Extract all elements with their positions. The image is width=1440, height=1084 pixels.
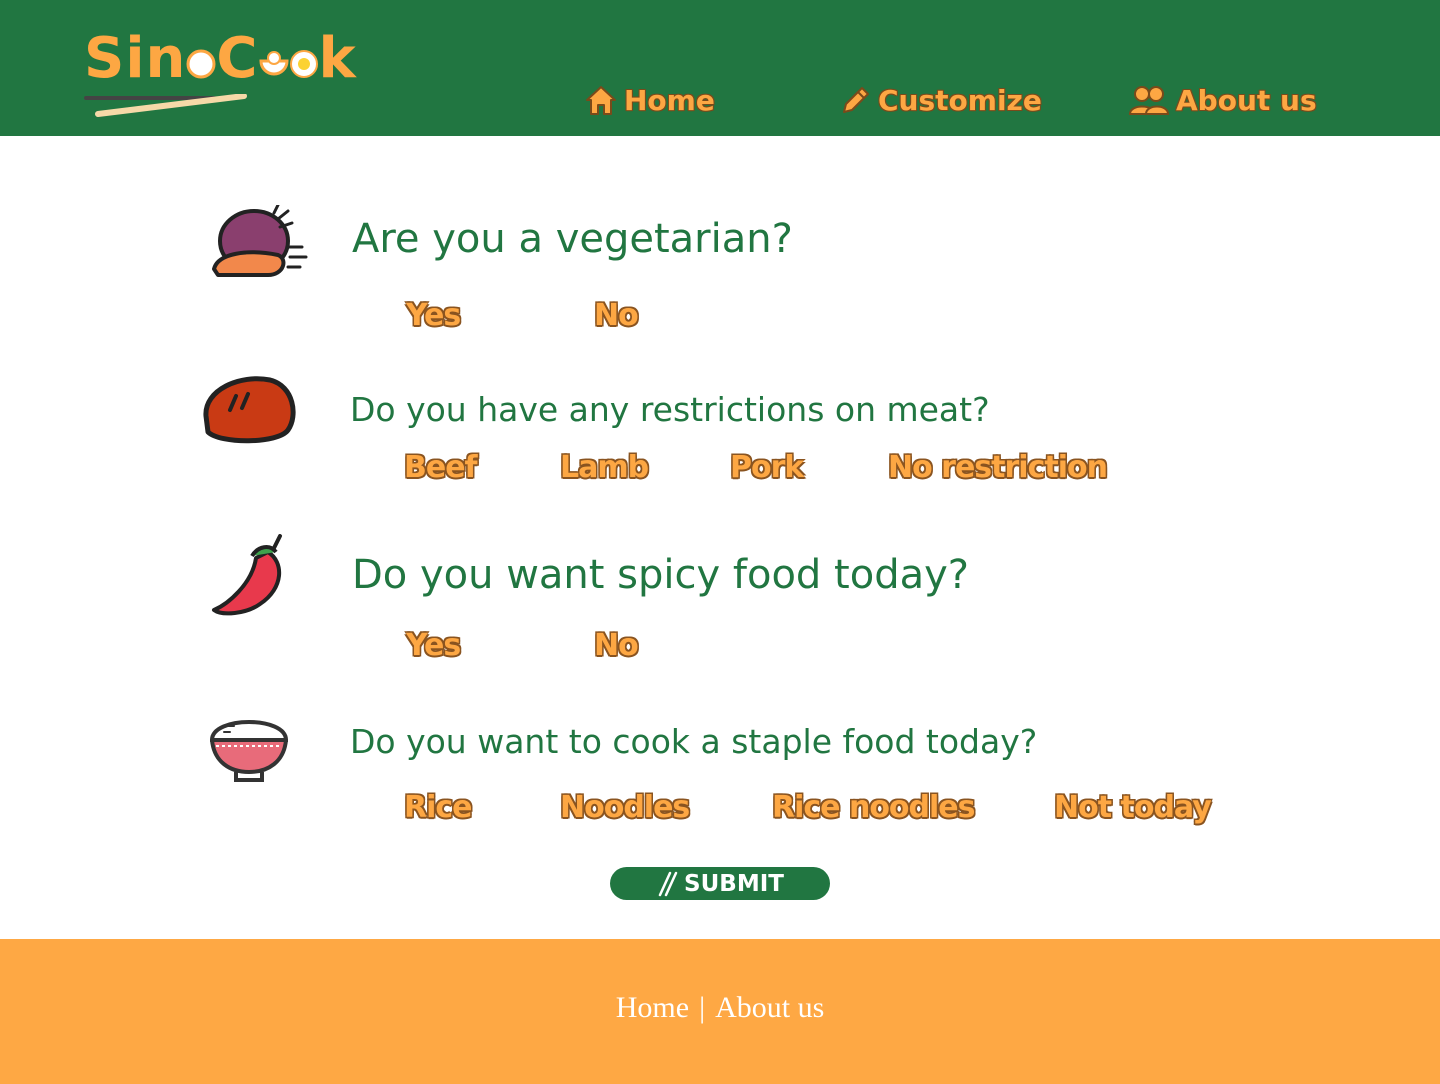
meat-icon xyxy=(203,376,296,444)
vegetable-icon xyxy=(212,205,308,277)
question-spicy: Do you want spicy food today? xyxy=(352,552,969,598)
option-no-restriction[interactable]: No restriction xyxy=(888,450,1108,485)
question-vegetarian: Are you a vegetarian? xyxy=(352,216,793,262)
pencil-icon xyxy=(843,87,869,113)
nav-customize-label: Customize xyxy=(878,83,1042,117)
option-vegetarian-no[interactable]: No xyxy=(594,298,639,333)
chopsticks-icon xyxy=(658,871,678,896)
option-spicy-no[interactable]: No xyxy=(594,628,639,663)
bowl-icon xyxy=(259,51,289,76)
chopstick-icon xyxy=(84,94,247,117)
footer-link-about-us[interactable]: About us xyxy=(715,991,824,1024)
nav-home[interactable]: Home xyxy=(584,80,715,120)
footer-separator: | xyxy=(699,991,706,1024)
home-icon xyxy=(586,86,616,115)
nav-about-us-label: About us xyxy=(1176,83,1317,117)
logo-text: Sin Ck xyxy=(84,26,357,91)
option-pork[interactable]: Pork xyxy=(730,450,804,485)
option-noodles[interactable]: Noodles xyxy=(560,790,690,825)
footer-link-home[interactable]: Home xyxy=(616,991,689,1024)
nav-about-us[interactable]: About us xyxy=(1128,80,1317,120)
question-staple-food: Do you want to cook a staple food today? xyxy=(350,722,1038,761)
submit-button[interactable]: SUBMIT xyxy=(610,867,830,900)
option-vegetarian-yes[interactable]: Yes xyxy=(406,298,461,333)
users-icon xyxy=(1128,86,1170,115)
submit-label: SUBMIT xyxy=(684,870,784,897)
option-rice[interactable]: Rice xyxy=(404,790,473,825)
option-spicy-yes[interactable]: Yes xyxy=(406,628,461,663)
chili-pepper-icon xyxy=(212,534,282,616)
option-beef[interactable]: Beef xyxy=(404,450,478,485)
option-lamb[interactable]: Lamb xyxy=(560,450,649,485)
option-not-today[interactable]: Not today xyxy=(1054,790,1212,825)
nav-home-label: Home xyxy=(624,83,715,117)
rice-bowl-icon xyxy=(209,720,289,782)
plate-icon xyxy=(186,49,216,79)
footer: Home | About us xyxy=(0,939,1440,1084)
egg-icon xyxy=(289,50,318,78)
header: Sin Ck Home Customize About us xyxy=(0,0,1440,136)
nav-customize[interactable]: Customize xyxy=(840,80,1042,120)
footer-links: Home | About us xyxy=(0,991,1440,1025)
question-meat-restrictions: Do you have any restrictions on meat? xyxy=(350,390,990,429)
sinocook-logo[interactable]: Sin Ck xyxy=(84,24,356,120)
option-rice-noodles[interactable]: Rice noodles xyxy=(772,790,975,825)
